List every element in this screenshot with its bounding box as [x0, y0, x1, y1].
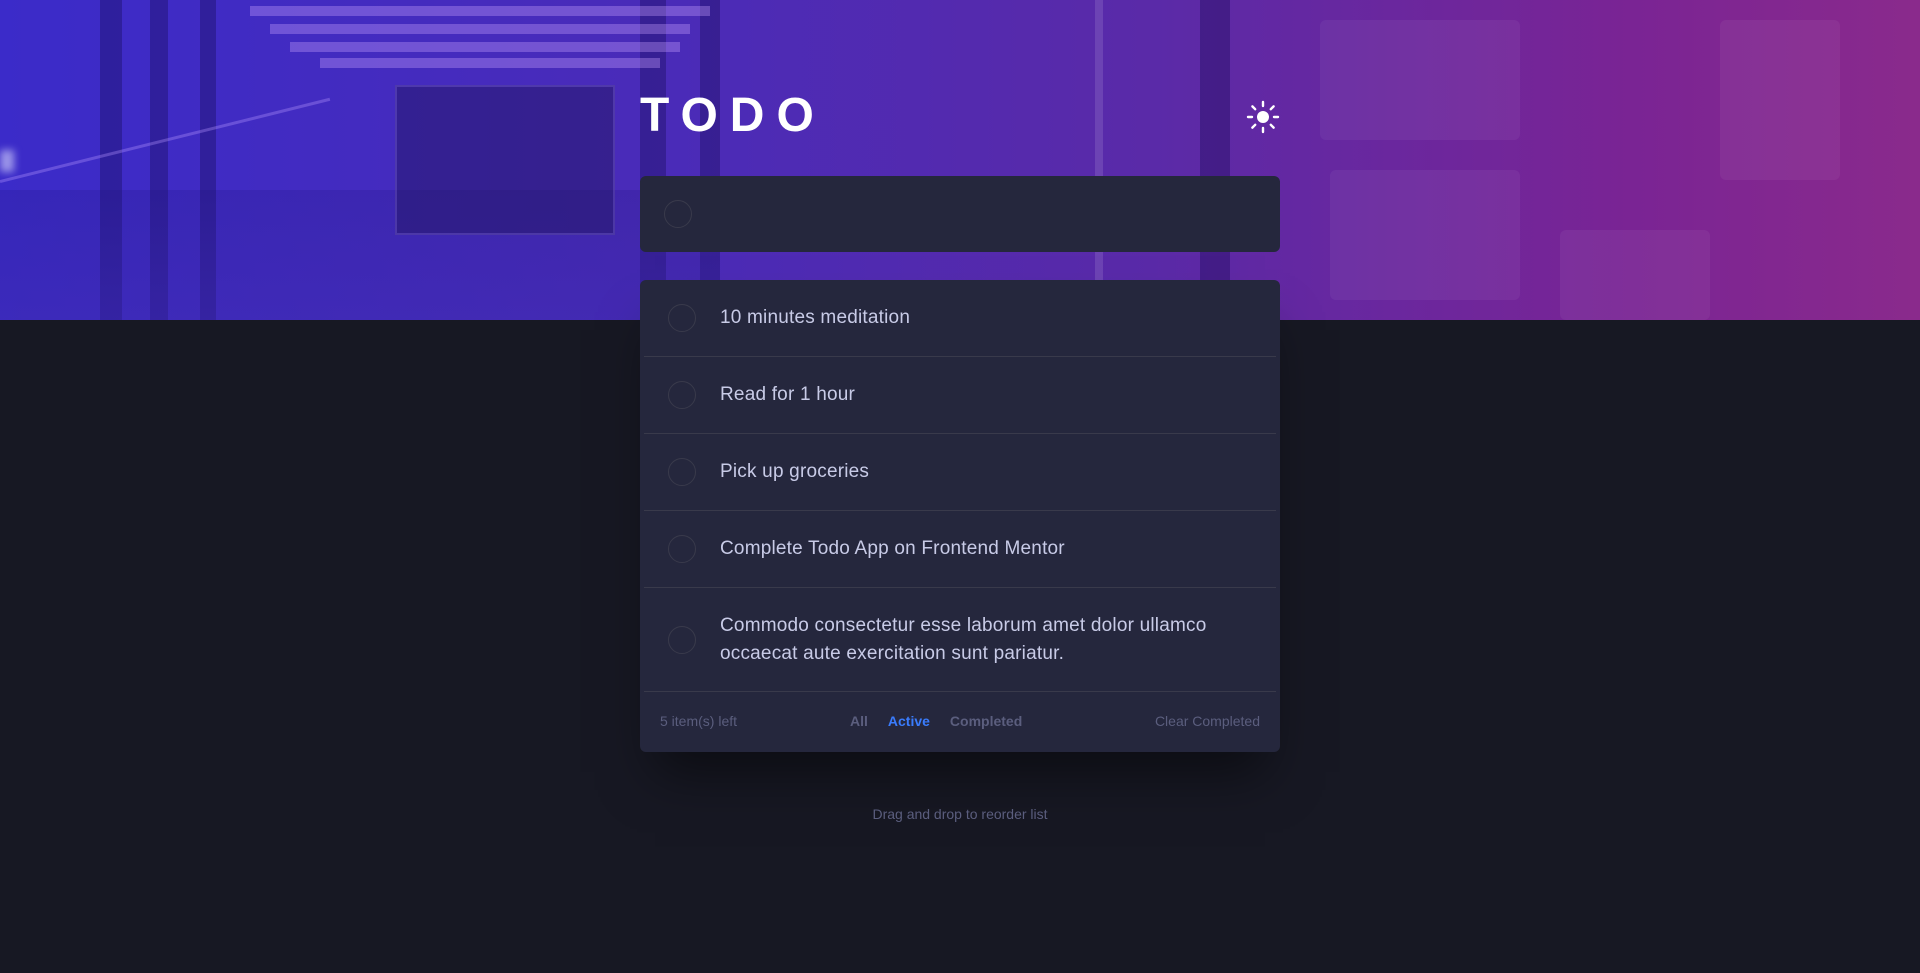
todo-check-circle[interactable]	[668, 535, 696, 563]
filter-all[interactable]: All	[850, 713, 868, 729]
todo-check-circle[interactable]	[668, 304, 696, 332]
header-background-image	[0, 0, 1920, 320]
filter-tabs: All Active Completed	[850, 713, 1022, 729]
new-todo-check-circle[interactable]	[664, 200, 692, 228]
app-header: TODO	[640, 92, 1280, 142]
todo-item[interactable]: Read for 1 hour	[644, 357, 1276, 434]
todo-footer: 5 item(s) left All Active Completed Clea…	[644, 692, 1276, 752]
todo-check-circle[interactable]	[668, 381, 696, 409]
todo-item[interactable]: 10 minutes meditation	[644, 280, 1276, 357]
todo-item[interactable]: Complete Todo App on Frontend Mentor	[644, 511, 1276, 588]
app-title: TODO	[640, 89, 826, 142]
new-todo-bar	[640, 176, 1280, 252]
todo-item[interactable]: Commodo consectetur esse laborum amet do…	[644, 588, 1276, 692]
todo-text: 10 minutes meditation	[720, 307, 911, 328]
todo-item[interactable]: Pick up groceries	[644, 434, 1276, 511]
todo-text: Pick up groceries	[720, 461, 870, 482]
filter-completed[interactable]: Completed	[950, 713, 1022, 729]
todo-text: Complete Todo App on Frontend Mentor	[720, 538, 1065, 559]
drag-hint: Drag and drop to reorder list	[872, 806, 1048, 822]
todo-list: 10 minutes meditation Read for 1 hour Pi…	[640, 280, 1280, 752]
todo-text: Commodo consectetur esse laborum amet do…	[720, 614, 1207, 664]
todo-check-circle[interactable]	[668, 458, 696, 486]
items-left-count: 5 item(s) left	[660, 713, 738, 729]
todo-text: Read for 1 hour	[720, 384, 856, 405]
new-todo-input[interactable]	[712, 194, 1252, 234]
clear-completed-button[interactable]: Clear Completed	[1155, 713, 1260, 729]
filter-active[interactable]: Active	[888, 713, 930, 729]
sun-icon	[1246, 100, 1280, 134]
todo-check-circle[interactable]	[668, 625, 696, 654]
theme-toggle-button[interactable]	[1246, 100, 1280, 134]
